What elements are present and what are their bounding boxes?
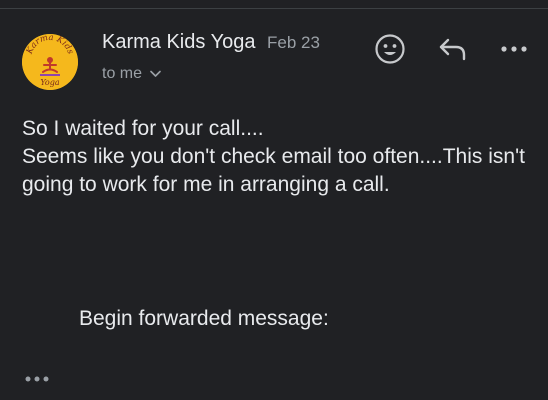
body-line: Seems like you don't check email too oft…	[22, 145, 525, 196]
body-line: So I waited for your call....	[22, 117, 264, 140]
karma-kids-yoga-logo: Karma Kids Yoga	[22, 34, 78, 90]
smiley-face-icon	[375, 34, 405, 64]
sender-avatar[interactable]: Karma Kids Yoga	[22, 34, 78, 90]
sender-name[interactable]: Karma Kids Yoga	[102, 31, 255, 54]
show-trimmed-content-icon	[25, 376, 49, 382]
message-date: Feb 23	[267, 33, 320, 52]
recipient-details-toggle[interactable]: to me	[102, 65, 161, 83]
top-divider	[0, 8, 548, 9]
add-reaction-button[interactable]	[374, 33, 406, 65]
message-body: So I waited for your call.... Seems like…	[22, 115, 532, 199]
forwarded-message-label: Begin forwarded message:	[79, 307, 329, 330]
show-trimmed-content-button[interactable]	[22, 370, 52, 388]
recipient-label: to me	[102, 65, 143, 82]
reply-button[interactable]	[436, 35, 470, 63]
reply-arrow-icon	[439, 38, 466, 61]
more-options-button[interactable]	[498, 38, 530, 60]
svg-text:Yoga: Yoga	[40, 78, 60, 87]
more-horizontal-icon	[501, 46, 527, 52]
chevron-down-icon	[150, 65, 161, 83]
